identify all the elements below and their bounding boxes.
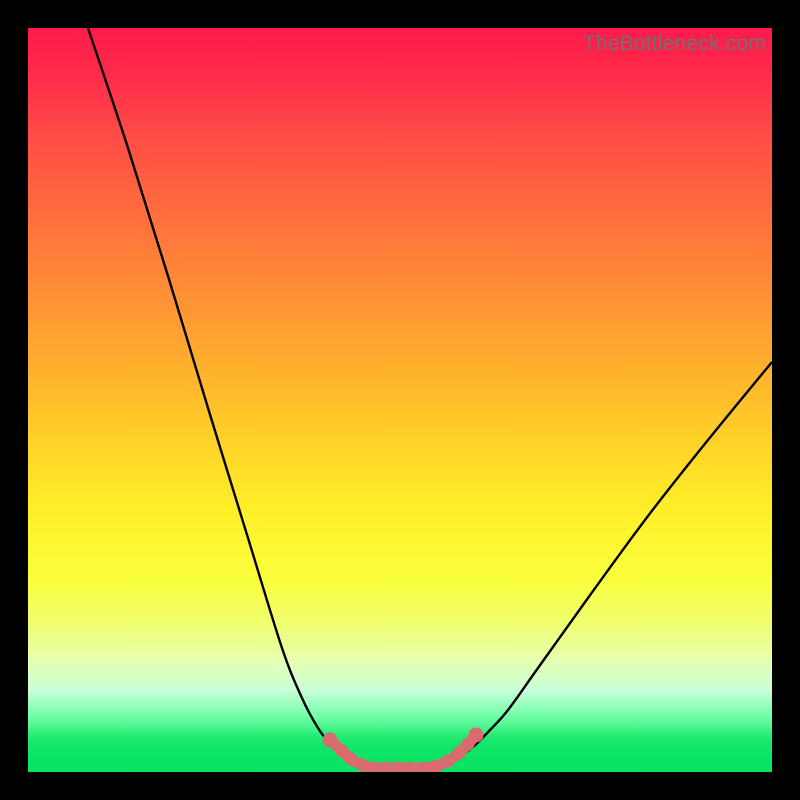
trough-dot <box>323 733 338 748</box>
chart-overlay-svg <box>28 28 772 772</box>
chart-plot-area: TheBottleneck.com <box>28 28 772 772</box>
trough-dot <box>356 759 369 772</box>
trough-dot <box>442 755 455 768</box>
curve-right <box>444 362 772 766</box>
chart-frame: TheBottleneck.com <box>0 0 800 800</box>
trough-dot <box>469 728 484 743</box>
curve-left <box>88 28 361 766</box>
trough-dot <box>430 760 443 773</box>
trough-dots-group <box>323 728 484 773</box>
trough-dot <box>345 753 358 766</box>
